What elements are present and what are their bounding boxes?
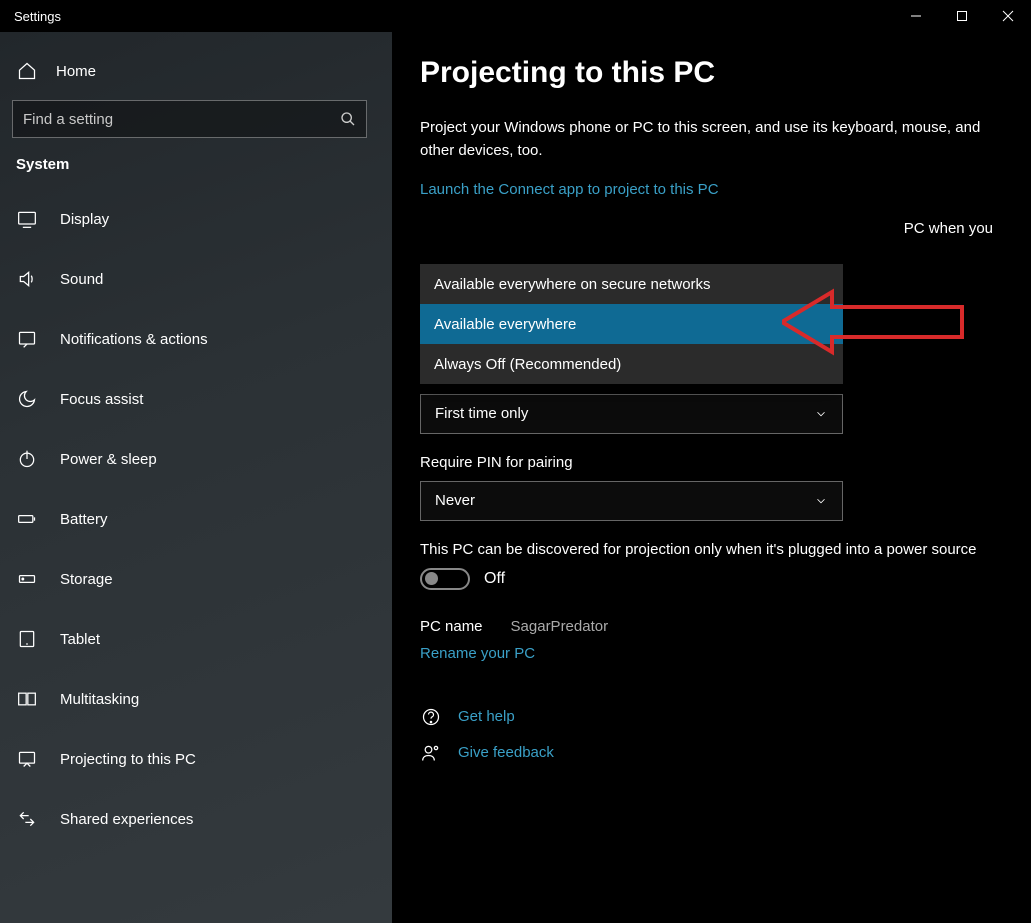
sidebar-item-power-sleep[interactable]: Power & sleep [0,429,392,489]
display-icon [16,208,38,230]
sidebar-item-label: Storage [60,571,113,588]
sidebar-item-label: Tablet [60,631,100,648]
sidebar-item-multitasking[interactable]: Multitasking [0,669,392,729]
launch-connect-link[interactable]: Launch the Connect app to project to thi… [420,181,1003,198]
dropdown-option-secure[interactable]: Available everywhere on secure networks [420,264,843,304]
give-feedback-link[interactable]: Give feedback [420,742,1003,764]
titlebar: Settings [0,0,1031,32]
pcname-value: SagarPredator [511,618,609,635]
partial-hidden-label: PC when you [420,220,1003,237]
shared-experiences-icon [16,808,38,830]
search-field[interactable] [23,111,340,128]
sidebar-item-label: Multitasking [60,691,139,708]
sidebar-item-label: Notifications & actions [60,331,208,348]
sidebar-item-battery[interactable]: Battery [0,489,392,549]
sidebar: Home System Display Sound [0,32,392,923]
power-icon [16,448,38,470]
projection-availability-dropdown[interactable]: Available everywhere on secure networks … [420,264,843,384]
chevron-down-icon [814,494,828,508]
sidebar-item-tablet[interactable]: Tablet [0,609,392,669]
sidebar-item-label: Shared experiences [60,811,193,828]
sidebar-item-label: Projecting to this PC [60,751,196,768]
discover-toggle[interactable] [420,568,470,590]
sidebar-item-projecting[interactable]: Projecting to this PC [0,729,392,789]
require-pin-label: Require PIN for pairing [420,454,1003,471]
sidebar-item-label: Display [60,211,109,228]
sidebar-item-label: Power & sleep [60,451,157,468]
sidebar-item-shared-experiences[interactable]: Shared experiences [0,789,392,849]
ask-project-select[interactable]: First time only [420,394,843,434]
home-button[interactable]: Home [0,50,392,100]
sidebar-item-label: Focus assist [60,391,143,408]
give-feedback-label: Give feedback [458,744,554,761]
projecting-icon [16,748,38,770]
sidebar-item-notifications[interactable]: Notifications & actions [0,309,392,369]
get-help-label: Get help [458,708,515,725]
chevron-down-icon [814,407,828,421]
sound-icon [16,268,38,290]
app-name: Settings [0,9,61,24]
sidebar-item-label: Sound [60,271,103,288]
search-input[interactable] [12,100,367,138]
home-icon [16,60,38,82]
main-content: Projecting to this PC Project your Windo… [392,32,1031,923]
require-pin-select[interactable]: Never [420,481,843,521]
require-pin-value: Never [435,492,475,509]
home-label: Home [56,63,96,80]
dropdown-option-always-off[interactable]: Always Off (Recommended) [420,344,843,384]
search-icon [340,111,356,127]
section-heading: System [0,156,392,189]
storage-icon [16,568,38,590]
discover-label: This PC can be discovered for projection… [420,541,1003,558]
sidebar-item-sound[interactable]: Sound [0,249,392,309]
sidebar-item-storage[interactable]: Storage [0,549,392,609]
dropdown-option-everywhere[interactable]: Available everywhere [420,304,843,344]
feedback-icon [420,742,442,764]
moon-icon [16,388,38,410]
maximize-button[interactable] [939,0,985,32]
battery-icon [16,508,38,530]
notifications-icon [16,328,38,350]
minimize-button[interactable] [893,0,939,32]
page-title: Projecting to this PC [420,56,1003,90]
toggle-state-label: Off [484,570,505,588]
page-description: Project your Windows phone or PC to this… [420,116,1003,163]
sidebar-item-display[interactable]: Display [0,189,392,249]
sidebar-item-focus-assist[interactable]: Focus assist [0,369,392,429]
get-help-link[interactable]: Get help [420,706,1003,728]
ask-project-value: First time only [435,405,528,422]
close-button[interactable] [985,0,1031,32]
tablet-icon [16,628,38,650]
multitasking-icon [16,688,38,710]
pcname-label: PC name [420,618,483,635]
sidebar-item-label: Battery [60,511,108,528]
rename-pc-link[interactable]: Rename your PC [420,645,1003,662]
help-icon [420,706,442,728]
